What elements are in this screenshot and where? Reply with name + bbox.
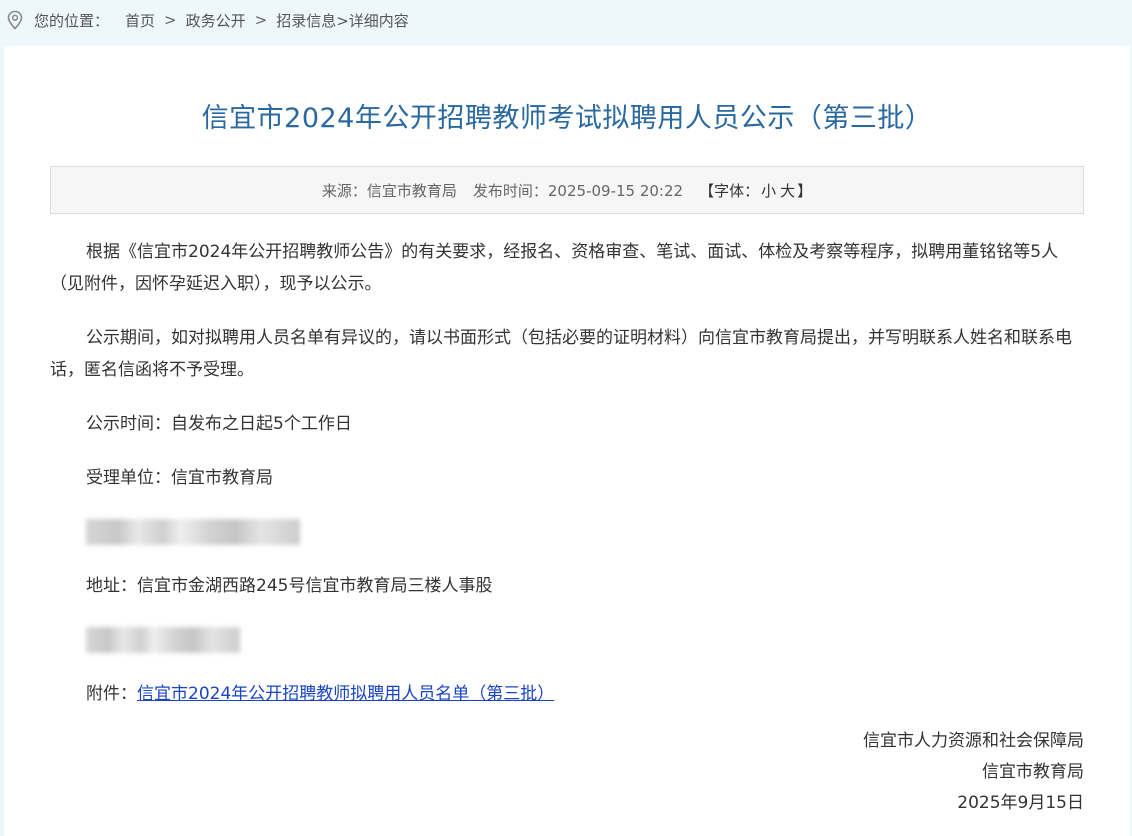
- article-meta: 来源：信宜市教育局 发布时间：2025-09-15 20:22 【字体：小大】: [50, 166, 1084, 214]
- breadcrumb-current: >详细内容: [336, 11, 409, 30]
- font-large-button[interactable]: 大: [780, 182, 795, 200]
- paragraph-address: 地址：信宜市金湖西路245号信宜市教育局三楼人事股: [86, 576, 493, 596]
- article-title: 信宜市2024年公开招聘教师考试拟聘用人员公示（第三批）: [201, 103, 933, 134]
- location-pin-icon: [6, 10, 24, 30]
- paragraph-objection: 公示期间，如对拟聘用人员名单有异议的，请以书面形式（包括必要的证明材料）向信宜市…: [50, 328, 1072, 380]
- article-container: 信宜市2024年公开招聘教师考试拟聘用人员公示（第三批） 来源：信宜市教育局 发…: [4, 46, 1130, 836]
- signature-org-hrss: 信宜市人力资源和社会保障局: [863, 731, 1084, 751]
- breadcrumb-gov-affairs-link[interactable]: 政务公开: [186, 10, 246, 31]
- breadcrumb-home-link[interactable]: 首页: [125, 10, 155, 31]
- paragraph-publicity-time: 公示时间：自发布之日起5个工作日: [86, 414, 352, 434]
- paragraph-intro: 根据《信宜市2024年公开招聘教师公告》的有关要求，经报名、资格审查、笔试、面试…: [50, 242, 1059, 294]
- redacted-text: [86, 519, 300, 545]
- article-body: 根据《信宜市2024年公开招聘教师公告》的有关要求，经报名、资格审查、笔试、面试…: [50, 236, 1090, 732]
- redacted-postal-code: [50, 624, 1090, 656]
- breadcrumb: 您的位置： 首页 > 政务公开 > 招录信息 >详细内容: [0, 0, 1132, 40]
- font-size-label-open: 【字体：: [699, 181, 760, 200]
- font-size-label-close: 】: [797, 181, 813, 200]
- breadcrumb-separator: >: [254, 11, 268, 29]
- attachment-label: 附件：: [86, 684, 137, 704]
- breadcrumb-separator: >: [164, 11, 177, 29]
- signature-org-education: 信宜市教育局: [982, 762, 1084, 782]
- signature-block: 信宜市人力资源和社会保障局 信宜市教育局 2025年9月15日: [863, 726, 1084, 819]
- signature-date: 2025年9月15日: [957, 793, 1084, 813]
- font-size-control: 【字体：小大】: [699, 180, 812, 201]
- redacted-contact-phone: [50, 516, 1090, 548]
- article-publish-time: 发布时间：2025-09-15 20:22: [472, 181, 684, 200]
- location-label: 您的位置：: [34, 11, 110, 30]
- attachment-link[interactable]: 信宜市2024年公开招聘教师拟聘用人员名单（第三批）: [137, 684, 554, 704]
- article-source: 来源：信宜市教育局: [321, 181, 457, 200]
- font-small-button[interactable]: 小: [761, 182, 776, 200]
- redacted-text: [86, 627, 240, 653]
- breadcrumb-recruitment-link[interactable]: 招录信息: [276, 10, 336, 31]
- paragraph-accepting-unit: 受理单位：信宜市教育局: [86, 468, 273, 488]
- paragraph-attachment: 附件：信宜市2024年公开招聘教师拟聘用人员名单（第三批）: [50, 678, 1090, 710]
